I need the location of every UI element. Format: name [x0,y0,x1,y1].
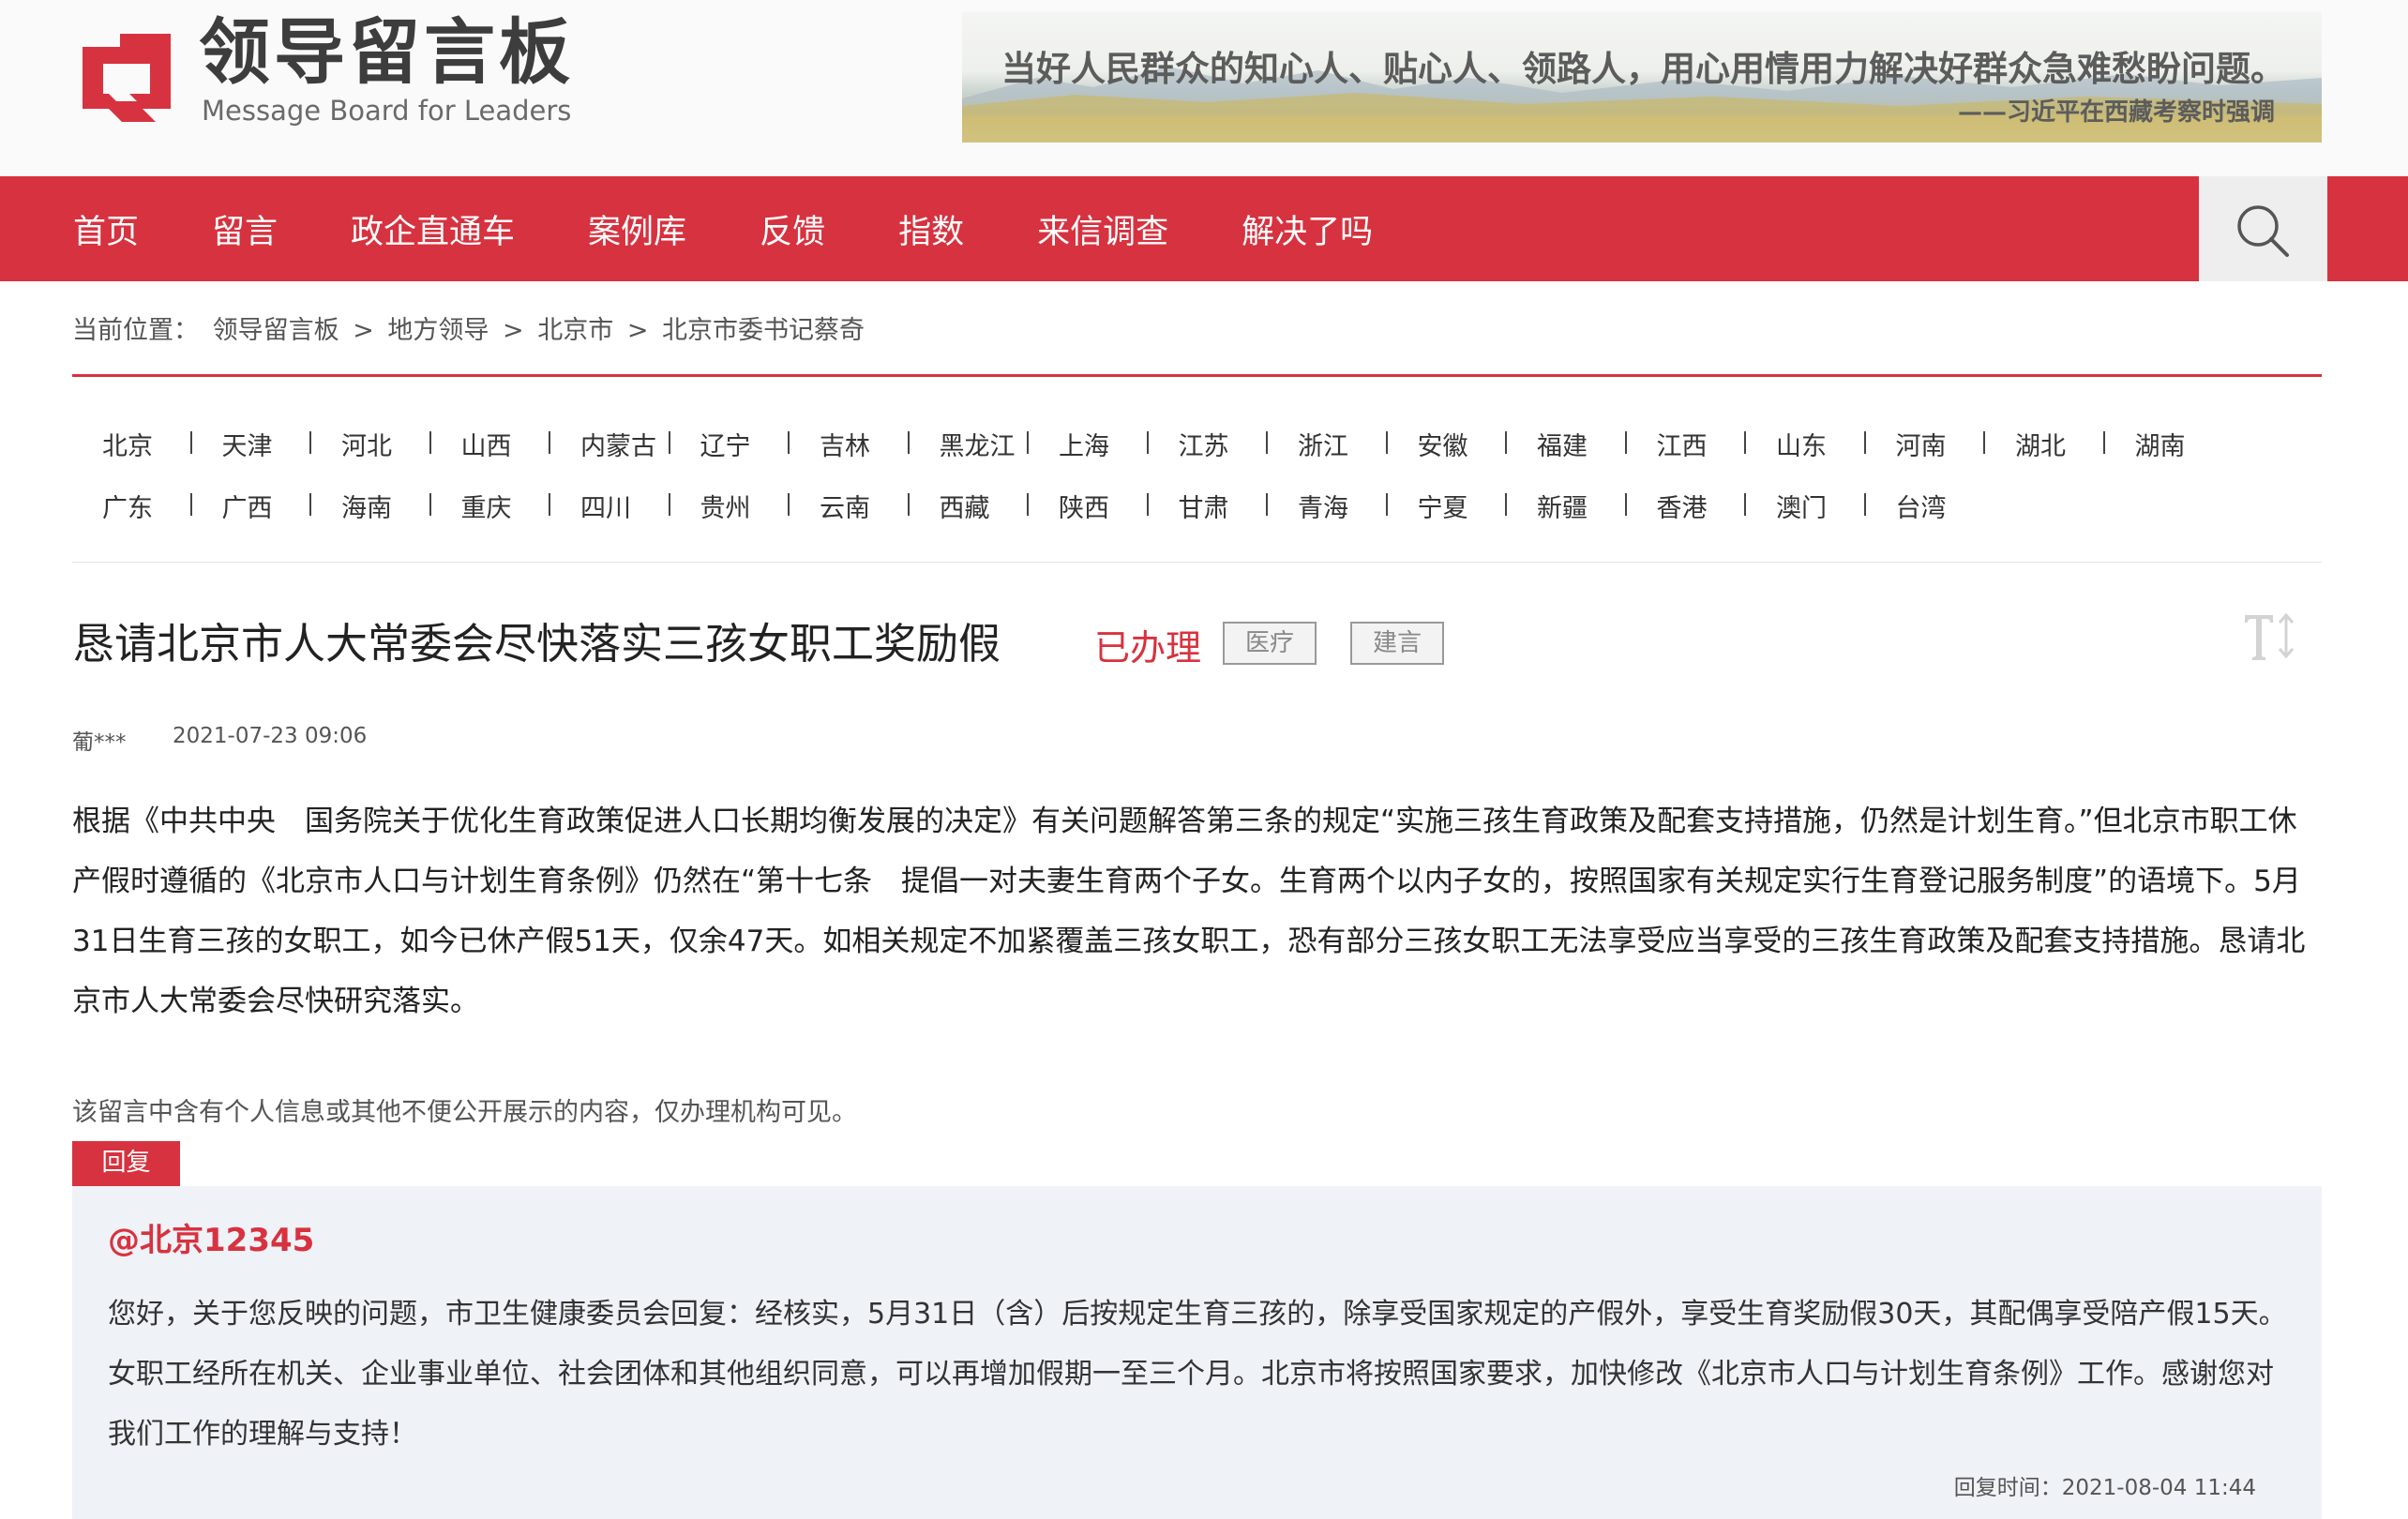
main-nav: 首页 留言 政企直通车 案例库 反馈 指数 来信调查 解决了吗 [0,176,2408,281]
province-link[interactable]: 内蒙古 [550,426,670,462]
nav-item-home[interactable]: 首页 [73,205,139,253]
province-link[interactable]: 湖北 [1985,426,2105,462]
slogan-banner[interactable]: 当好人民群众的知心人、贴心人、领路人，用心用情用力解决好群众急难愁盼问题。 ——… [962,12,2322,143]
banner-attribution: ——习近平在西藏考察时强调 [1957,98,2275,127]
province-link[interactable]: 北京 [72,426,192,462]
search-button[interactable] [2199,176,2327,281]
nav-item-survey[interactable]: 来信调查 [1037,205,1168,253]
category-tag[interactable]: 医疗 [1223,622,1317,665]
province-link[interactable]: 陕西 [1029,488,1149,524]
province-link[interactable]: 江苏 [1149,426,1269,462]
province-link[interactable]: 辽宁 [670,426,790,462]
breadcrumb: 当前位置： 领导留言板 > 地方领导 > 北京市 > 北京市委书记蔡奇 [72,309,870,346]
province-link[interactable]: 山西 [431,426,551,462]
font-size-icon[interactable] [2241,608,2297,664]
province-link[interactable]: 青海 [1268,488,1388,524]
nav-item-feedback[interactable]: 反馈 [760,205,825,253]
province-link[interactable]: 新疆 [1507,488,1627,524]
breadcrumb-item-home[interactable]: 领导留言板 [213,316,339,345]
search-icon [2237,205,2289,257]
breadcrumb-separator: > [353,316,374,345]
province-link[interactable]: 浙江 [1268,426,1388,462]
divider [72,562,2322,563]
privacy-notice: 该留言中含有个人信息或其他不便公开展示的内容，仅办理机构可见。 [72,1098,857,1127]
reply-time: 回复时间：2021-08-04 11:44 [1953,1476,2256,1500]
breadcrumb-separator: > [626,316,649,345]
message-date: 2021-07-23 09:06 [173,724,368,748]
reply-panel: @北京12345 您好，关于您反映的问题，市卫生健康委员会回复：经核实，5月31… [72,1186,2322,1519]
site-subtitle: Message Board for Leaders [202,95,572,127]
province-list: 北京 天津 河北 山西 内蒙古 辽宁 吉林 黑龙江 上海 江苏 浙江 安徽 福建 江西 山东 河南 湖北 湖南 广… [72,413,2322,536]
province-link[interactable]: 上海 [1029,426,1149,462]
message-title: 恳请北京市人大常委会尽快落实三孩女职工奖励假 [72,619,1001,669]
site-logo-icon[interactable] [75,26,178,125]
message-body: 根据《中共中央 国务院关于优化生育政策促进人口长期均衡发展的决定》有关问题解答第… [72,805,2306,1018]
reply-tab: 回复 [72,1141,180,1186]
province-link[interactable]: 台湾 [1866,488,1986,524]
reply-author: @北京12345 [108,1222,315,1259]
breadcrumb-item-local-leaders[interactable]: 地方领导 [387,316,489,345]
nav-item-cases[interactable]: 案例库 [588,205,686,253]
province-link[interactable]: 海南 [311,488,431,524]
province-link[interactable]: 重庆 [431,488,551,524]
province-link[interactable]: 澳门 [1746,488,1866,524]
province-link[interactable]: 河北 [311,426,431,462]
site-title[interactable]: 领导留言板 [199,17,574,88]
province-link[interactable]: 四川 [550,488,670,524]
province-link[interactable]: 云南 [790,488,910,524]
province-link[interactable]: 宁夏 [1388,488,1508,524]
breadcrumb-item-leader[interactable]: 北京市委书记蔡奇 [662,316,865,345]
province-link[interactable]: 河南 [1866,426,1986,462]
breadcrumb-item-beijing[interactable]: 北京市 [537,316,613,345]
nav-item-index[interactable]: 指数 [898,205,964,253]
province-link[interactable]: 福建 [1507,426,1627,462]
nav-item-message[interactable]: 留言 [212,205,278,253]
status-badge: 已办理 [1094,627,1202,669]
province-link[interactable]: 天津 [192,426,312,462]
author-name: 葡*** [72,730,127,755]
banner-quote: 当好人民群众的知心人、贴心人、领路人，用心用情用力解决好群众急难愁盼问题。 [1001,48,2285,89]
province-link[interactable]: 贵州 [670,488,790,524]
province-link[interactable]: 黑龙江 [910,426,1030,462]
province-link[interactable]: 广西 [192,488,312,524]
province-row: 北京 天津 河北 山西 内蒙古 辽宁 吉林 黑龙江 上海 江苏 浙江 安徽 福建 江西 山东 河南 湖北 湖南 [72,413,2322,474]
province-link[interactable]: 湖南 [2105,426,2225,462]
nav-item-enterprise[interactable]: 政企直通车 [351,205,515,253]
province-link[interactable]: 吉林 [790,426,910,462]
province-link[interactable]: 安徽 [1388,426,1508,462]
divider [72,374,2322,377]
breadcrumb-prefix: 当前位置： [72,316,199,345]
province-link[interactable]: 江西 [1627,426,1747,462]
province-link[interactable]: 香港 [1627,488,1747,524]
reply-body: 您好，关于您反映的问题，市卫生健康委员会回复：经核实，5月31日（含）后按规定生… [108,1298,2287,1451]
category-tag[interactable]: 建言 [1350,622,1444,665]
province-link[interactable]: 甘肃 [1149,488,1269,524]
province-link[interactable]: 广东 [72,488,192,524]
breadcrumb-separator: > [503,316,524,345]
nav-item-resolved[interactable]: 解决了吗 [1242,205,1373,253]
site-header: 领导留言板 Message Board for Leaders 当好人民群众的知… [0,0,2408,176]
province-row: 广东 广西 海南 重庆 四川 贵州 云南 西藏 陕西 甘肃 青海 宁夏 新疆 香港 澳门 台湾 [72,474,2322,536]
province-link[interactable]: 西藏 [910,488,1030,524]
province-link[interactable]: 山东 [1746,426,1866,462]
